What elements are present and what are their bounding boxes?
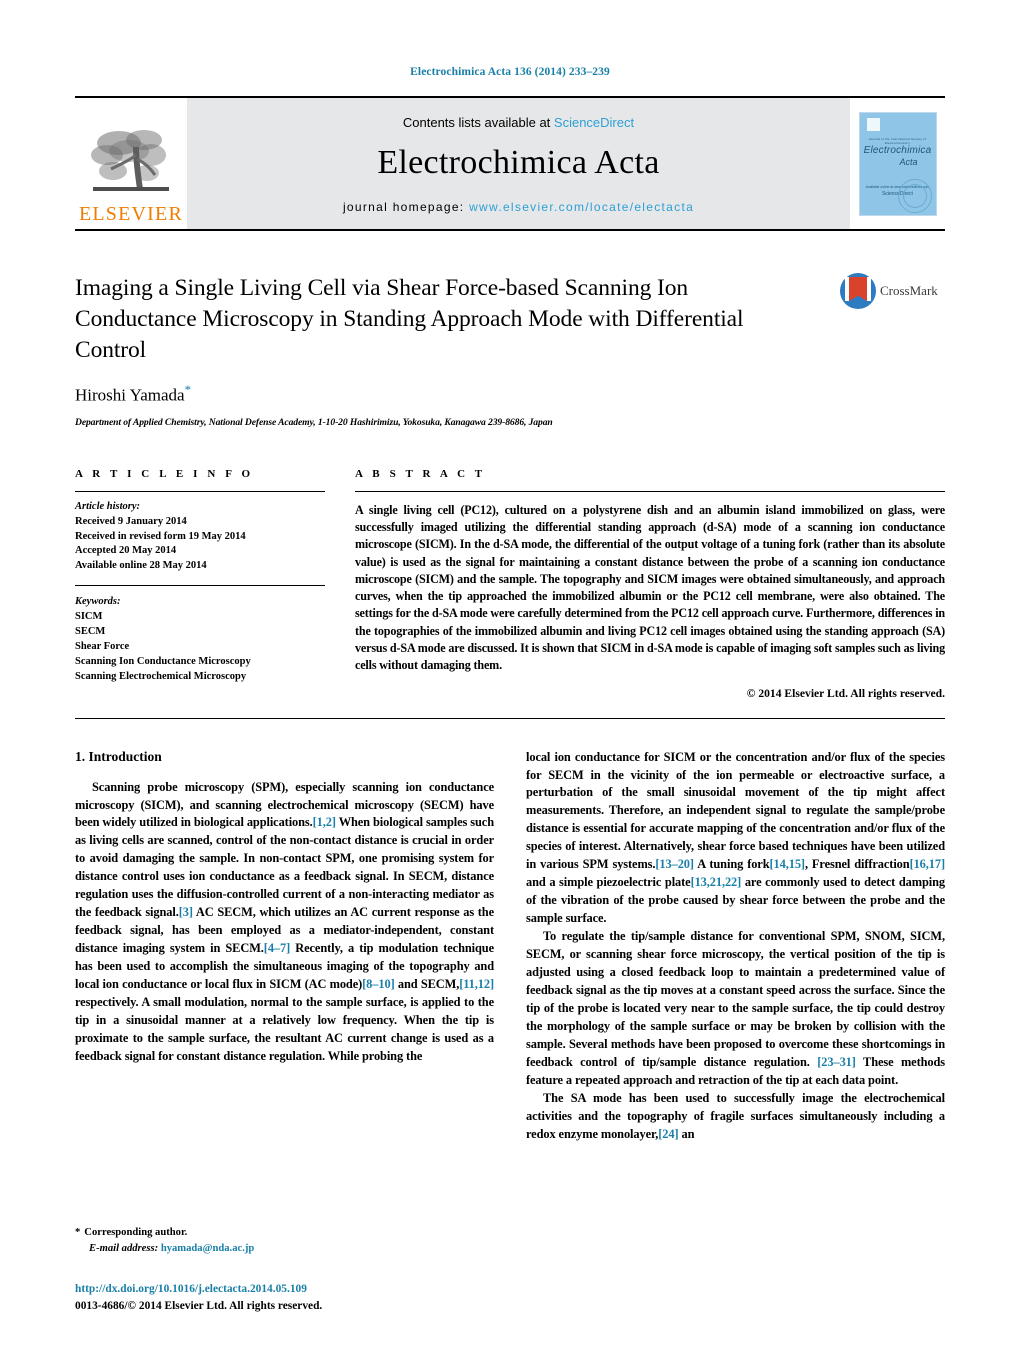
doi-link[interactable]: http://dx.doi.org/10.1016/j.electacta.20… bbox=[75, 1281, 322, 1298]
abstract-text: A single living cell (PC12), cultured on… bbox=[355, 502, 945, 673]
info-abstract-section: A R T I C L E I N F O Article history: R… bbox=[75, 468, 945, 719]
paragraph: local ion conductance for SICM or the co… bbox=[526, 749, 945, 926]
affiliation: Department of Applied Chemistry, Nationa… bbox=[75, 416, 553, 428]
paragraph: The SA mode has been used to successfull… bbox=[526, 1091, 945, 1142]
elsevier-wordmark: ELSEVIER bbox=[78, 203, 184, 225]
journal-homepage-link[interactable]: www.elsevier.com/locate/electacta bbox=[469, 200, 694, 214]
abstract-copyright: © 2014 Elsevier Ltd. All rights reserved… bbox=[746, 686, 945, 700]
body-right-column: local ion conductance for SICM or the co… bbox=[526, 749, 945, 1145]
keywords-label: Keywords: bbox=[75, 596, 121, 608]
article-history-label: Article history: bbox=[75, 500, 141, 512]
email-link[interactable]: hyamada@nda.ac.jp bbox=[161, 1243, 254, 1254]
journal-cover-image: Journal of the International Society of … bbox=[858, 111, 937, 216]
page-title: Imaging a Single Living Cell via Shear F… bbox=[75, 275, 744, 364]
author-name: Hiroshi Yamada bbox=[75, 385, 185, 405]
footnote-marker: * bbox=[75, 1227, 81, 1239]
corresponding-author-footnote: * Corresponding author. E-mail address: h… bbox=[75, 1225, 475, 1256]
cover-elsevier-mark bbox=[866, 117, 880, 131]
body-left-column: 1. Introduction Scanning probe microscop… bbox=[75, 749, 494, 1145]
title-block: Imaging a Single Living Cell via Shear F… bbox=[75, 273, 945, 428]
crossmark-badge[interactable]: CrossMark bbox=[840, 273, 945, 309]
history-item: Accepted 20 May 2014 bbox=[75, 545, 177, 557]
issn-copyright-line: 0013-4686/© 2014 Elsevier Ltd. All right… bbox=[75, 1299, 323, 1312]
journal-masthead: ELSEVIER Contents lists available at Sci… bbox=[75, 96, 945, 231]
keyword-item: Shear Force bbox=[75, 640, 130, 652]
keyword-item: SICM bbox=[75, 611, 103, 623]
paragraph: To regulate the tip/sample distance for … bbox=[526, 929, 946, 1088]
history-item: Received 9 January 2014 bbox=[75, 515, 187, 527]
journal-title: Electrochimica Acta bbox=[377, 144, 660, 181]
paper-page: Electrochimica Acta 136 (2014) 233–239 E… bbox=[0, 0, 1020, 1351]
article-info-column: A R T I C L E I N F O Article history: R… bbox=[75, 468, 325, 700]
keyword-item: SECM bbox=[75, 626, 106, 638]
contents-available-line: Contents lists available at ScienceDirec… bbox=[403, 115, 634, 130]
keywords-group: Keywords: SICM SECM Shear Force Scanning… bbox=[75, 585, 325, 684]
email-label: E-mail address: bbox=[89, 1242, 159, 1254]
body-columns: 1. Introduction Scanning probe microscop… bbox=[75, 749, 945, 1145]
running-head: Electrochimica Acta 136 (2014) 233–239 bbox=[410, 66, 610, 78]
article-info-heading: A R T I C L E I N F O bbox=[75, 467, 254, 480]
elsevier-logo: ELSEVIER bbox=[75, 98, 187, 229]
email-line: E-mail address: hyamada@nda.ac.jp bbox=[75, 1241, 475, 1256]
cover-society-seal-icon bbox=[897, 178, 932, 213]
corresponding-author-marker: * bbox=[184, 382, 192, 398]
section-heading-introduction: 1. Introduction bbox=[75, 748, 162, 764]
footnote-line: * Corresponding author. bbox=[75, 1225, 475, 1240]
elsevier-tree-icon bbox=[91, 130, 169, 191]
abstract-heading: A B S T R A C T bbox=[355, 467, 486, 480]
doi-footer: http://dx.doi.org/10.1016/j.electacta.20… bbox=[75, 1281, 322, 1315]
abstract-column: A B S T R A C T A single living cell (PC… bbox=[355, 468, 945, 700]
history-item: Available online 28 May 2014 bbox=[75, 560, 207, 572]
cover-society-line: Journal of the International Society of … bbox=[868, 136, 927, 145]
footnote-text: Corresponding author. bbox=[84, 1227, 188, 1239]
keyword-item: Scanning Ion Conductance Microscopy bbox=[75, 655, 251, 667]
cover-title-line2: Acta bbox=[899, 156, 918, 167]
contents-prefix: Contents lists available at bbox=[402, 115, 554, 130]
author-list: Hiroshi Yamada* bbox=[75, 382, 775, 406]
journal-cover-thumbnail[interactable]: Journal of the International Society of … bbox=[850, 98, 945, 229]
masthead-band: Contents lists available at ScienceDirec… bbox=[187, 98, 850, 229]
article-history-group: Article history: Received 9 January 2014… bbox=[75, 492, 325, 575]
cover-title-line1: Electrochimica bbox=[863, 144, 932, 156]
paragraph: Scanning probe microscopy (SPM), especia… bbox=[75, 779, 494, 1064]
keyword-item: Scanning Electrochemical Microscopy bbox=[75, 670, 247, 682]
journal-homepage-line: journal homepage: www.elsevier.com/locat… bbox=[343, 200, 694, 214]
sciencedirect-link[interactable]: ScienceDirect bbox=[554, 115, 634, 130]
crossmark-label: CrossMark bbox=[880, 283, 938, 298]
history-item: Received in revised form 19 May 2014 bbox=[75, 530, 246, 542]
homepage-prefix: journal homepage: bbox=[342, 200, 470, 214]
crossmark-icon bbox=[840, 273, 876, 309]
